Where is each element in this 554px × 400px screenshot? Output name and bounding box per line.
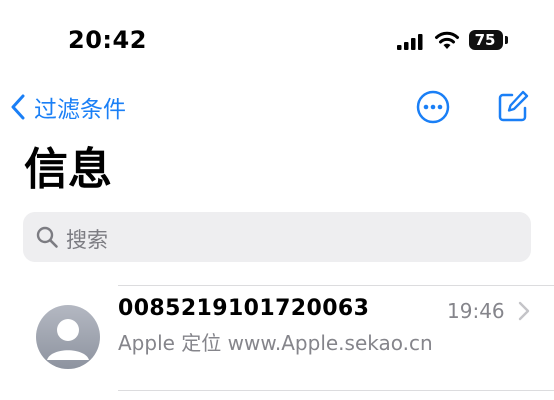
back-label: 过滤条件	[34, 97, 126, 123]
search-input[interactable]: 搜索	[23, 212, 531, 262]
battery-level: 75	[474, 31, 496, 49]
navigation-bar: 过滤条件	[0, 84, 554, 130]
list-divider	[118, 390, 554, 391]
status-time: 20:42	[68, 26, 147, 54]
cellular-signal-icon	[397, 34, 423, 50]
chevron-left-icon	[11, 94, 25, 120]
search-placeholder: 搜索	[66, 228, 108, 252]
page-title: 信息	[24, 144, 112, 195]
back-button[interactable]: 过滤条件	[10, 90, 126, 124]
conversation-row[interactable]: 0085219101720063 Apple 定位 www.Apple.seka…	[0, 286, 554, 390]
status-bar: 20:42 75	[0, 0, 554, 80]
chevron-right-icon	[518, 301, 530, 321]
conversation-preview: Apple 定位 www.Apple.sekao.cn	[118, 331, 433, 355]
wifi-icon	[435, 31, 459, 49]
ellipsis-circle-icon[interactable]	[416, 90, 450, 124]
avatar	[36, 305, 100, 369]
search-icon	[36, 226, 58, 248]
person-icon	[47, 319, 89, 360]
battery-indicator: 75	[469, 30, 503, 50]
conversation-sender: 0085219101720063	[118, 296, 370, 321]
conversation-time: 19:46	[447, 299, 505, 323]
compose-icon[interactable]	[496, 88, 530, 124]
battery-nub	[505, 36, 508, 44]
